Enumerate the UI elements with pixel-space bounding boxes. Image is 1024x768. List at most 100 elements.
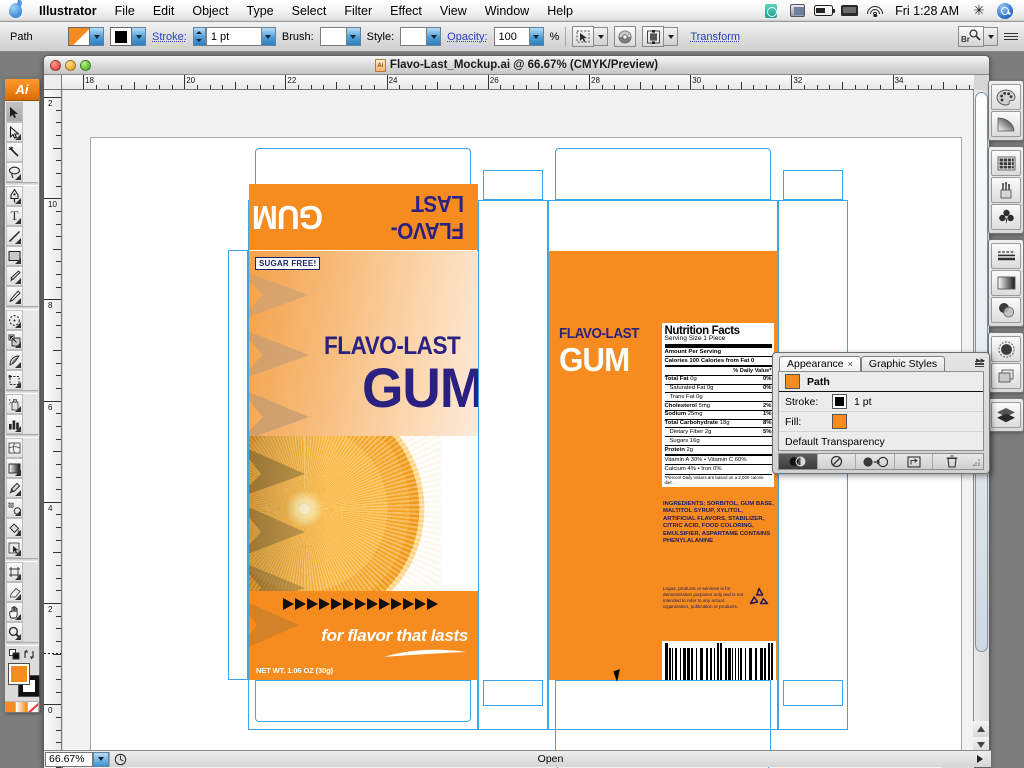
stroke-color-control[interactable] (110, 27, 146, 46)
live-paint-bucket-tool[interactable] (6, 518, 23, 538)
go-to-bridge-control[interactable]: Br (958, 26, 998, 47)
color-button[interactable] (5, 702, 17, 712)
bridge-dropdown-arrow[interactable] (984, 27, 998, 46)
brushes-panel-icon[interactable] (991, 177, 1021, 203)
opacity-dropdown-arrow[interactable] (529, 27, 544, 46)
free-transform-tool[interactable] (6, 370, 23, 390)
screen-sharing-icon[interactable] (836, 1, 862, 21)
zoom-level-field[interactable]: 66.67% (45, 751, 93, 767)
style-dropdown-arrow[interactable] (427, 27, 442, 46)
stroke-weight-control[interactable]: 1 pt (192, 27, 276, 46)
brush-field[interactable] (319, 27, 347, 46)
symbols-panel-icon[interactable] (991, 204, 1021, 230)
panel-resize-grip[interactable] (971, 458, 983, 466)
opacity-field[interactable]: 100 (493, 27, 530, 46)
brush-dropdown-arrow[interactable] (346, 27, 361, 46)
minimize-button[interactable] (65, 59, 76, 71)
stroke-weight-field[interactable]: 1 pt (205, 27, 262, 46)
pen-tool[interactable] (6, 186, 23, 206)
display-icon[interactable] (784, 1, 810, 21)
menu-edit[interactable]: Edit (144, 2, 184, 20)
clipping-mask-dropdown-arrow[interactable] (664, 27, 679, 46)
apple-menu[interactable] (0, 3, 30, 18)
appearance-panel-icon[interactable] (991, 336, 1021, 362)
artboard-tool[interactable] (6, 562, 23, 582)
clipping-mask-icon[interactable] (642, 26, 665, 47)
menu-filter[interactable]: Filter (335, 2, 381, 20)
blend-tool[interactable] (6, 498, 23, 518)
delete-item-button[interactable] (933, 454, 971, 469)
paintbrush-tool[interactable] (6, 266, 23, 286)
hand-tool[interactable] (6, 602, 23, 622)
clear-appearance-button[interactable] (818, 454, 857, 469)
opacity-control[interactable]: 100 (493, 27, 544, 46)
magic-wand-tool[interactable] (6, 142, 23, 162)
warp-tool[interactable] (6, 350, 23, 370)
document-titlebar[interactable]: Ai Flavo-Last_Mockup.ai @ 66.67% (CMYK/P… (44, 56, 989, 75)
menu-file[interactable]: File (106, 2, 144, 20)
stroke-swatch[interactable] (110, 27, 132, 46)
status-menu-arrow[interactable] (977, 755, 983, 763)
clipping-mask-control[interactable] (642, 26, 679, 47)
gradient-panel-icon[interactable] (991, 111, 1021, 137)
new-art-basic-appearance-button[interactable] (779, 454, 818, 469)
control-panel-menu-icon[interactable] (1004, 30, 1018, 44)
eraser-tool[interactable] (6, 582, 23, 602)
reduce-to-basic-appearance-button[interactable] (856, 454, 895, 469)
selection-tool[interactable] (6, 102, 23, 122)
brush-control[interactable] (319, 27, 361, 46)
graphic-styles-panel-icon[interactable] (991, 363, 1021, 389)
fill-dropdown-arrow[interactable] (90, 27, 104, 46)
menu-effect[interactable]: Effect (381, 2, 431, 20)
menu-help[interactable]: Help (538, 2, 582, 20)
stroke-weight-dropdown-arrow[interactable] (261, 27, 276, 46)
color-panel-icon[interactable] (991, 84, 1021, 110)
stroke-panel-icon[interactable] (991, 243, 1021, 269)
fill-stroke-indicator[interactable] (5, 661, 40, 701)
select-similar-control[interactable] (572, 26, 609, 47)
menu-type[interactable]: Type (238, 2, 283, 20)
zoom-button[interactable] (80, 59, 91, 71)
tab-close-icon[interactable]: × (848, 359, 853, 369)
status-indicator[interactable]: Open (109, 751, 991, 767)
menu-select[interactable]: Select (283, 2, 336, 20)
select-similar-icon[interactable] (572, 26, 595, 47)
bridge-icon[interactable]: Br (958, 26, 984, 47)
rectangle-tool[interactable] (6, 246, 23, 266)
duplicate-item-button[interactable] (895, 454, 934, 469)
select-similar-dropdown-arrow[interactable] (594, 27, 609, 46)
swatches-panel-icon[interactable] (991, 150, 1021, 176)
stroke-label[interactable]: Stroke: (152, 31, 187, 43)
ruler-corner[interactable] (44, 75, 62, 90)
style-field[interactable] (400, 27, 428, 46)
appearance-transparency-row[interactable]: Default Transparency (779, 432, 983, 452)
stroke-weight-stepper[interactable] (192, 27, 206, 46)
stroke-dropdown-arrow[interactable] (132, 27, 146, 46)
spotlight-icon[interactable] (992, 1, 1018, 21)
tab-graphic-styles[interactable]: Graphic Styles (860, 356, 946, 371)
direct-selection-tool[interactable] (6, 122, 23, 142)
column-graph-tool[interactable] (6, 414, 23, 434)
transparency-panel-icon[interactable] (991, 297, 1021, 323)
zoom-level-dropdown[interactable] (93, 751, 109, 767)
appearance-stroke-swatch[interactable] (832, 394, 847, 409)
gradient-button[interactable] (16, 702, 28, 712)
appearance-fill-swatch[interactable] (832, 414, 847, 429)
menubar-clock[interactable]: Fri 1:28 AM (888, 4, 966, 18)
menu-window[interactable]: Window (476, 2, 538, 20)
appearance-fill-row[interactable]: Fill: (779, 412, 983, 432)
symbol-sprayer-tool[interactable] (6, 394, 23, 414)
stickies-icon[interactable] (758, 1, 784, 21)
none-button[interactable] (27, 702, 39, 712)
tab-appearance[interactable]: Appearance × (779, 356, 861, 371)
menu-illustrator[interactable]: Illustrator (30, 2, 106, 20)
pencil-tool[interactable] (6, 286, 23, 306)
horizontal-ruler[interactable]: 18202224262830323436 (62, 75, 974, 90)
type-tool[interactable]: T (6, 206, 23, 226)
opacity-label[interactable]: Opacity: (447, 31, 487, 43)
gradient-tool[interactable] (6, 458, 23, 478)
fill-swatch[interactable] (68, 27, 90, 46)
line-segment-tool[interactable] (6, 226, 23, 246)
live-paint-selection-tool[interactable] (6, 538, 23, 558)
fill-color-control[interactable] (68, 27, 104, 46)
